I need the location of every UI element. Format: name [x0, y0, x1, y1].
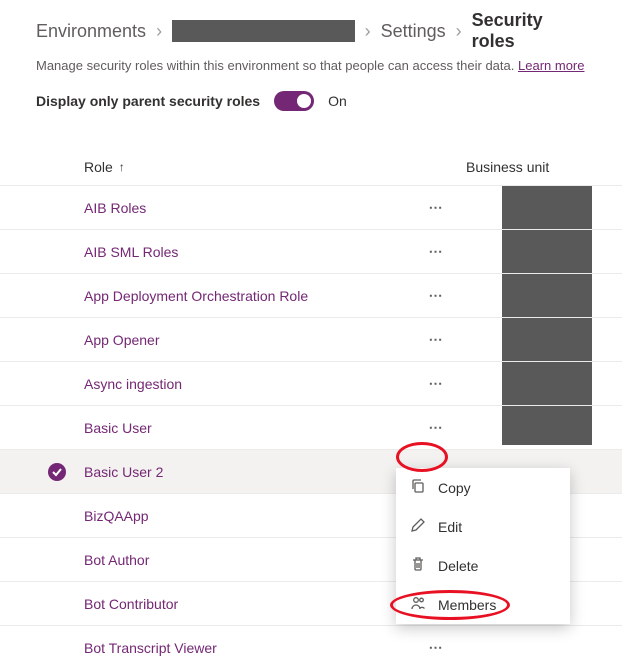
row-actions-button[interactable]: ⋯: [406, 419, 466, 436]
role-name-link[interactable]: Bot Transcript Viewer: [84, 640, 406, 656]
table-header: Role ↑ Business unit: [0, 131, 622, 185]
role-name-link[interactable]: Basic User: [84, 420, 406, 436]
row-selected-check-icon[interactable]: [48, 463, 66, 481]
breadcrumb-env-name-redacted[interactable]: [172, 20, 355, 42]
edit-icon: [410, 517, 426, 536]
role-name-link[interactable]: Basic User 2: [84, 464, 406, 480]
page-subhead: Manage security roles within this enviro…: [0, 58, 622, 73]
table-row[interactable]: Async ingestion⋯: [0, 361, 622, 405]
learn-more-link[interactable]: Learn more: [518, 58, 584, 73]
row-actions-button[interactable]: ⋯: [406, 287, 466, 304]
copy-menu-item[interactable]: Copy: [396, 468, 570, 507]
sort-asc-icon: ↑: [119, 160, 125, 174]
toggle-row: Display only parent security roles On: [0, 73, 622, 131]
table-body: AIB Roles⋯AIB SML Roles⋯App Deployment O…: [0, 185, 622, 669]
delete-icon: [410, 556, 426, 575]
role-name-link[interactable]: BizQAApp: [84, 508, 406, 524]
row-actions-button[interactable]: ⋯: [406, 199, 466, 216]
row-actions-button[interactable]: ⋯: [406, 375, 466, 392]
table-row[interactable]: AIB Roles⋯: [0, 185, 622, 229]
context-menu: Copy Edit Delete Members: [396, 468, 570, 624]
row-actions-button[interactable]: ⋯: [406, 243, 466, 260]
table-row[interactable]: Basic User 2⋯CopyEditDeleteMembers: [0, 449, 622, 493]
edit-menu-item[interactable]: Edit: [396, 507, 570, 546]
col-header-business-unit[interactable]: Business unit: [466, 159, 586, 175]
toggle-state: On: [328, 93, 347, 109]
role-name-link[interactable]: App Opener: [84, 332, 406, 348]
menu-item-label: Members: [438, 597, 496, 613]
table-row[interactable]: Bot Transcript Viewer⋯: [0, 625, 622, 669]
menu-item-label: Edit: [438, 519, 462, 535]
row-actions-button[interactable]: ⋯: [406, 331, 466, 348]
role-name-link[interactable]: App Deployment Orchestration Role: [84, 288, 406, 304]
subhead-text: Manage security roles within this enviro…: [36, 58, 514, 73]
role-name-link[interactable]: AIB SML Roles: [84, 244, 406, 260]
table-row[interactable]: App Opener⋯: [0, 317, 622, 361]
breadcrumb-environments[interactable]: Environments: [36, 21, 146, 42]
role-name-link[interactable]: Bot Author: [84, 552, 406, 568]
row-actions-button[interactable]: ⋯: [406, 639, 466, 656]
members-menu-item[interactable]: Members: [396, 585, 570, 624]
breadcrumb-settings[interactable]: Settings: [381, 21, 446, 42]
toggle-label: Display only parent security roles: [36, 93, 260, 109]
parent-roles-toggle[interactable]: [274, 91, 314, 111]
role-name-link[interactable]: AIB Roles: [84, 200, 406, 216]
role-name-link[interactable]: Bot Contributor: [84, 596, 406, 612]
chevron-right-icon: ›: [456, 21, 462, 42]
breadcrumb-current: Security roles: [472, 10, 586, 52]
members-icon: [410, 595, 426, 614]
role-name-link[interactable]: Async ingestion: [84, 376, 406, 392]
menu-item-label: Delete: [438, 558, 478, 574]
col-role-label: Role: [84, 159, 113, 175]
chevron-right-icon: ›: [365, 21, 371, 42]
menu-item-label: Copy: [438, 480, 471, 496]
table-row[interactable]: App Deployment Orchestration Role⋯: [0, 273, 622, 317]
copy-icon: [410, 478, 426, 497]
table-row[interactable]: Basic User⋯: [0, 405, 622, 449]
delete-menu-item[interactable]: Delete: [396, 546, 570, 585]
breadcrumb: Environments › › Settings › Security rol…: [0, 0, 622, 58]
col-header-role[interactable]: Role ↑: [84, 159, 466, 175]
chevron-right-icon: ›: [156, 21, 162, 42]
table-row[interactable]: AIB SML Roles⋯: [0, 229, 622, 273]
